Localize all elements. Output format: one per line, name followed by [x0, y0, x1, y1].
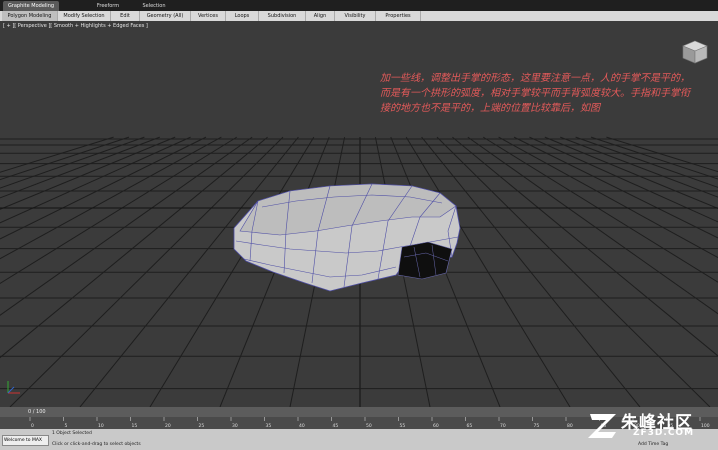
tab-selection[interactable]: Selection: [134, 1, 174, 11]
zf3d-logo-icon: [588, 414, 616, 438]
panel-visibility[interactable]: Visibility: [335, 11, 376, 21]
tutorial-annotation: 加一些线，调整出手掌的形态，这里要注意一点，人的手掌不是平的，而是有一个拱形的弧…: [380, 73, 690, 114]
time-slider-position: 0 / 100: [28, 409, 46, 415]
perspective-viewport[interactable]: [ + ][ Perspective ][ Smooth + Highlight…: [0, 21, 718, 407]
tab-freeform[interactable]: Freeform: [88, 1, 128, 11]
viewport-label[interactable]: [ + ][ Perspective ][ Smooth + Highlight…: [3, 23, 148, 29]
hand-mesh[interactable]: [233, 183, 461, 292]
selection-status: 1 Object Selected: [52, 431, 92, 436]
panel-vertices[interactable]: Vertices: [191, 11, 226, 21]
tab-graphite-modeling-tools[interactable]: Graphite Modeling Tools: [3, 1, 59, 19]
prompt-line: Click or click-and-drag to select object…: [52, 442, 141, 447]
axis-tripod-icon: [7, 381, 20, 394]
panel-loops[interactable]: Loops: [226, 11, 259, 21]
watermark-url: ZF3D.COM: [633, 428, 695, 438]
viewcube-icon[interactable]: [680, 37, 710, 67]
panel-modify-selection[interactable]: Modify Selection: [58, 11, 111, 21]
panel-polygon-modeling[interactable]: Polygon Modeling: [2, 11, 58, 21]
panel-align[interactable]: Align: [306, 11, 335, 21]
panel-subdivision[interactable]: Subdivision: [259, 11, 306, 21]
panel-properties[interactable]: Properties: [376, 11, 421, 21]
maxscript-listener[interactable]: Welcome to MAX: [2, 435, 49, 446]
main-tab-bar: Graphite Modeling Tools Freeform Selecti…: [0, 0, 718, 19]
add-time-tag[interactable]: Add Time Tag: [638, 442, 668, 447]
panel-geometry-all[interactable]: Geometry (All): [140, 11, 191, 21]
panel-edit[interactable]: Edit: [111, 11, 140, 21]
